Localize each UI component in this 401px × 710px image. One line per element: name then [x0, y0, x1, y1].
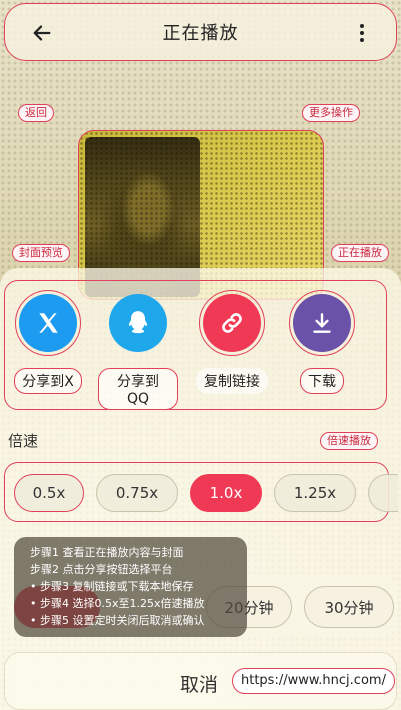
back-arrow-icon — [33, 25, 51, 41]
share-x-item[interactable]: 分享到X — [8, 290, 88, 394]
step-line: 步骤2 点击分享按钮选择平台 — [30, 563, 173, 576]
step-line: 步骤1 查看正在播放内容与封面 — [30, 546, 184, 559]
annotation-back: 返回 — [18, 104, 54, 122]
share-x-label: 分享到X — [14, 368, 82, 394]
annotation-now-playing: 正在播放 — [331, 244, 389, 262]
annotation-more: 更多操作 — [302, 104, 360, 122]
watermark-url: https://www.hncj.com/ — [232, 668, 395, 694]
copy-link-item[interactable]: 复制链接 — [192, 290, 272, 394]
step-line: • 步骤5 设置定时关闭后取消或确认 — [30, 614, 205, 627]
qq-penguin-icon — [128, 311, 148, 334]
copy-link-button[interactable] — [199, 290, 265, 356]
download-button[interactable] — [289, 290, 355, 356]
top-app-bar: 正在播放 — [4, 3, 397, 61]
speed-option-overflow[interactable] — [368, 474, 398, 512]
more-options-button[interactable] — [352, 18, 372, 48]
step-line: • 步骤3 复制链接或下载本地保存 — [30, 580, 194, 593]
cancel-label: 取消 — [180, 674, 219, 696]
share-qq-item[interactable]: 分享到QQ — [98, 290, 178, 410]
link-icon — [222, 313, 242, 333]
back-button[interactable] — [27, 18, 57, 48]
more-vert-icon — [360, 24, 364, 28]
page-title: 正在播放 — [162, 23, 239, 44]
download-icon — [313, 313, 331, 333]
share-x-button[interactable] — [15, 290, 81, 356]
speed-option-1.25x[interactable]: 1.25x — [274, 474, 356, 512]
speed-section-label: 倍速 — [8, 432, 39, 450]
annotation-cover: 封面预览 — [12, 244, 70, 262]
speed-option-0.75x[interactable]: 0.75x — [96, 474, 178, 512]
timer-option-30min[interactable]: 30分钟 — [304, 586, 394, 628]
share-qq-button[interactable] — [105, 290, 171, 356]
x-logo-icon — [39, 313, 58, 333]
speed-option-0.5x[interactable]: 0.5x — [14, 474, 84, 512]
annotation-speed: 倍速播放 — [320, 432, 378, 450]
share-qq-label: 分享到QQ — [98, 368, 178, 410]
copy-link-label: 复制链接 — [196, 368, 268, 394]
step-line: • 步骤4 选择0.5x至1.25x倍速播放 — [30, 597, 205, 610]
download-item[interactable]: 下载 — [282, 290, 362, 394]
download-label: 下载 — [300, 368, 344, 394]
speed-option-1.0x-selected[interactable]: 1.0x — [190, 474, 262, 512]
steps-tooltip: 步骤1 查看正在播放内容与封面 步骤2 点击分享按钮选择平台 • 步骤3 复制链… — [14, 537, 247, 637]
